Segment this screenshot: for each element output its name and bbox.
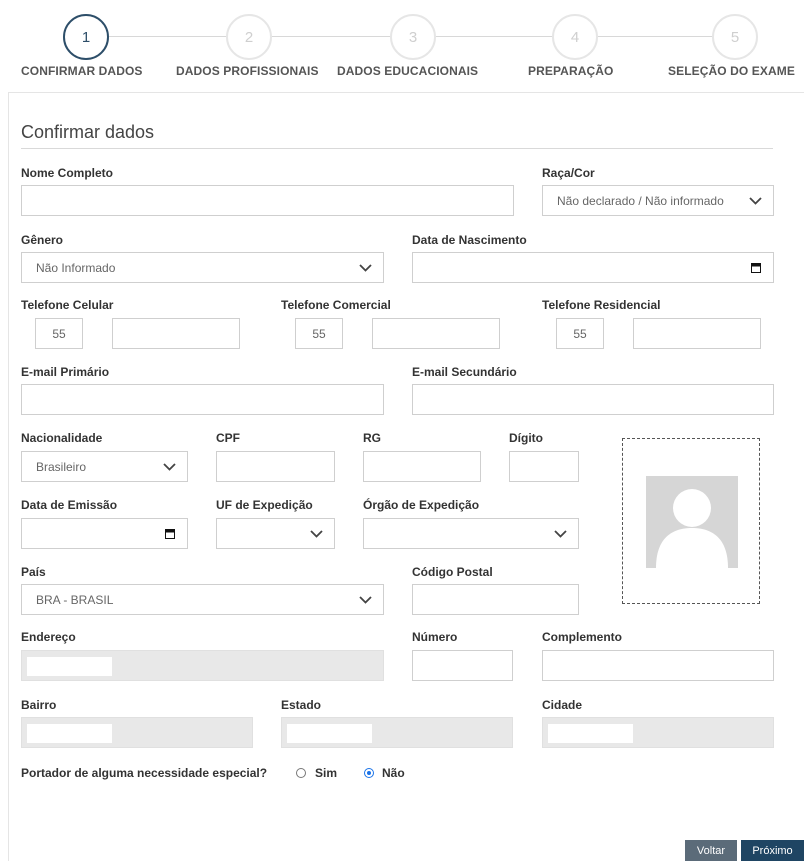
cpf-label: CPF xyxy=(216,431,240,445)
email-primario-label: E-mail Primário xyxy=(21,365,110,379)
nacionalidade-label: Nacionalidade xyxy=(21,431,103,445)
nacionalidade-select[interactable]: Brasileiro xyxy=(21,451,188,482)
raca-cor-select[interactable]: Não declarado / Não informado xyxy=(542,185,774,216)
telefone-celular-label: Telefone Celular xyxy=(21,298,114,312)
pais-value: BRA - BRASIL xyxy=(36,592,114,607)
step-connector xyxy=(272,36,390,37)
step-2-circle[interactable]: 2 xyxy=(226,14,272,60)
calendar-icon[interactable] xyxy=(745,253,767,282)
step-3-label: DADOS EDUCACIONAIS xyxy=(337,64,479,78)
telefone-comercial-input[interactable] xyxy=(372,318,500,349)
telefone-celular-ddi[interactable]: 55 xyxy=(35,318,83,349)
step-connector xyxy=(598,36,712,37)
endereco-label: Endereço xyxy=(21,630,76,644)
complemento-label: Complemento xyxy=(542,630,623,644)
nome-completo-label: Nome Completo xyxy=(21,166,114,180)
digito-label: Dígito xyxy=(509,431,543,445)
step-2-label: DADOS PROFISSIONAIS xyxy=(176,64,319,78)
data-emissao-label: Data de Emissão xyxy=(21,498,118,512)
radio-sim-label[interactable]: Sim xyxy=(315,766,337,780)
cpf-input[interactable] xyxy=(216,451,335,482)
step-3-circle[interactable]: 3 xyxy=(390,14,436,60)
raca-cor-label: Raça/Cor xyxy=(542,166,595,180)
bairro-label: Bairro xyxy=(21,698,57,712)
section-divider xyxy=(21,148,773,149)
codigo-postal-input[interactable] xyxy=(412,584,579,615)
codigo-postal-label: Código Postal xyxy=(412,565,493,579)
numero-label: Número xyxy=(412,630,458,644)
estado-label: Estado xyxy=(281,698,322,712)
email-primario-input[interactable] xyxy=(21,384,384,415)
chevron-down-icon xyxy=(548,519,572,548)
avatar-placeholder-icon xyxy=(646,476,738,568)
redacted-value xyxy=(27,724,112,743)
telefone-comercial-ddi[interactable]: 55 xyxy=(295,318,343,349)
step-4-circle[interactable]: 4 xyxy=(552,14,598,60)
complemento-input[interactable] xyxy=(542,650,774,681)
cidade-label: Cidade xyxy=(542,698,583,712)
step-4-label: PREPARAÇÃO xyxy=(528,64,614,78)
data-emissao-input[interactable] xyxy=(21,518,188,549)
step-1-circle[interactable]: 1 xyxy=(63,14,109,60)
pais-select[interactable]: BRA - BRASIL xyxy=(21,584,384,615)
genero-value: Não Informado xyxy=(36,260,116,275)
nome-completo-input[interactable] xyxy=(21,185,514,216)
calendar-icon[interactable] xyxy=(159,519,181,548)
digito-input[interactable] xyxy=(509,451,579,482)
section-title: Confirmar dados xyxy=(21,122,155,142)
radio-nao[interactable] xyxy=(364,768,374,778)
photo-upload-area[interactable] xyxy=(622,438,760,604)
telefone-residencial-ddi[interactable]: 55 xyxy=(556,318,604,349)
telefone-comercial-label: Telefone Comercial xyxy=(281,298,391,312)
redacted-value xyxy=(548,724,633,743)
necessidade-especial-question: Portador de alguma necessidade especial? xyxy=(21,766,268,780)
numero-input[interactable] xyxy=(412,650,513,681)
progress-stepper: 1 2 3 4 5 CONFIRMAR DADOS DADOS PROFISSI… xyxy=(0,0,804,90)
genero-label: Gênero xyxy=(21,233,64,247)
telefone-residencial-label: Telefone Residencial xyxy=(542,298,661,312)
pais-label: País xyxy=(21,565,46,579)
uf-expedicao-label: UF de Expedição xyxy=(216,498,313,512)
uf-expedicao-select[interactable] xyxy=(216,518,335,549)
step-5-circle[interactable]: 5 xyxy=(712,14,758,60)
step-1-label: CONFIRMAR DADOS xyxy=(21,64,143,78)
chevron-down-icon xyxy=(743,186,767,215)
nacionalidade-value: Brasileiro xyxy=(36,459,87,474)
genero-select[interactable]: Não Informado xyxy=(21,252,384,283)
orgao-expedicao-select[interactable] xyxy=(363,518,579,549)
telefone-residencial-input[interactable] xyxy=(633,318,761,349)
redacted-value xyxy=(27,657,112,676)
email-secundario-input[interactable] xyxy=(412,384,774,415)
step-connector xyxy=(109,36,226,37)
radio-nao-label[interactable]: Não xyxy=(382,766,405,780)
radio-sim[interactable] xyxy=(296,768,306,778)
raca-cor-value: Não declarado / Não informado xyxy=(557,193,724,208)
orgao-expedicao-label: Órgão de Expedição xyxy=(363,498,480,512)
redacted-value xyxy=(287,724,372,743)
chevron-down-icon xyxy=(353,585,377,614)
telefone-celular-input[interactable] xyxy=(112,318,240,349)
back-button[interactable]: Voltar xyxy=(685,840,737,861)
rg-label: RG xyxy=(363,431,381,445)
next-button[interactable]: Próximo xyxy=(741,840,804,861)
data-nascimento-input[interactable] xyxy=(412,252,774,283)
chevron-down-icon xyxy=(304,519,328,548)
rg-input[interactable] xyxy=(363,451,481,482)
chevron-down-icon xyxy=(157,452,181,481)
data-nascimento-label: Data de Nascimento xyxy=(412,233,527,247)
chevron-down-icon xyxy=(353,253,377,282)
step-5-label: SELEÇÃO DO EXAME xyxy=(668,64,795,78)
email-secundario-label: E-mail Secundário xyxy=(412,365,517,379)
step-connector xyxy=(436,36,552,37)
